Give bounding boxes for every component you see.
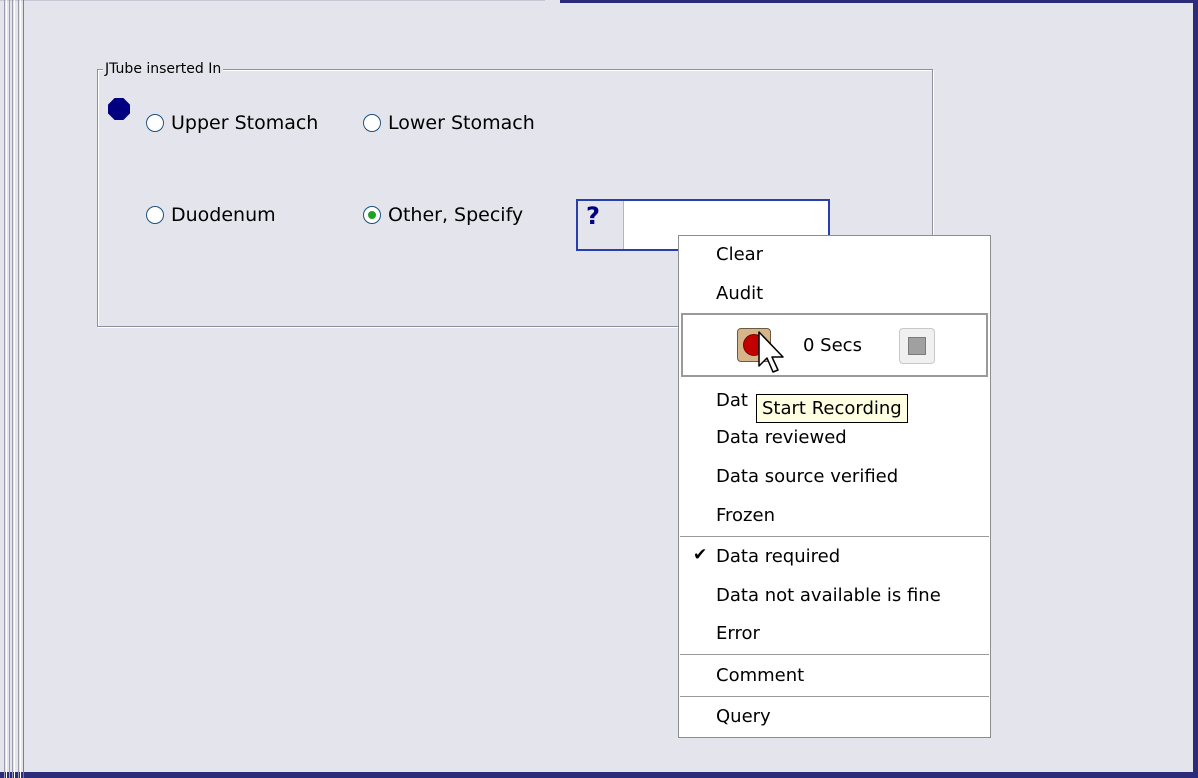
menu-item-comment[interactable]: Comment bbox=[716, 665, 804, 687]
check-icon: ✔ bbox=[693, 545, 708, 565]
radio-upper-stomach[interactable]: Upper Stomach bbox=[146, 110, 318, 136]
menu-item-audit[interactable]: Audit bbox=[716, 283, 763, 305]
left-border-line bbox=[4, 0, 5, 778]
radio-label: Other, Specify bbox=[388, 204, 524, 226]
group-title: JTube inserted In bbox=[103, 60, 224, 78]
left-border-line bbox=[18, 0, 19, 778]
menu-item-error[interactable]: Error bbox=[716, 623, 760, 645]
left-border-line bbox=[23, 0, 24, 778]
menu-item-data-source-verified[interactable]: Data source verified bbox=[716, 466, 898, 488]
recorder-panel: 0 Secs bbox=[681, 313, 988, 377]
menu-item-data-reviewed[interactable]: Data reviewed bbox=[716, 427, 847, 449]
menu-item-data-not-available[interactable]: Data not available is fine bbox=[716, 585, 941, 607]
menu-item-clear[interactable]: Clear bbox=[716, 244, 763, 266]
menu-item-frozen[interactable]: Frozen bbox=[716, 505, 775, 527]
context-menu: Clear Audit 0 Secs Dat Data reviewed Dat… bbox=[678, 235, 991, 738]
left-border-line bbox=[12, 0, 13, 778]
tooltip-start-recording: Start Recording bbox=[756, 394, 908, 423]
left-border-line bbox=[6, 0, 7, 778]
radio-label: Duodenum bbox=[171, 204, 276, 226]
required-indicator-icon bbox=[108, 98, 130, 120]
stop-icon bbox=[908, 337, 926, 355]
radio-circle-icon bbox=[363, 114, 381, 132]
radio-other-specify[interactable]: Other, Specify bbox=[363, 202, 523, 228]
stop-recording-button[interactable] bbox=[899, 328, 935, 364]
left-border-line bbox=[20, 0, 21, 778]
bottom-border bbox=[0, 772, 1198, 778]
radio-duodenum[interactable]: Duodenum bbox=[146, 202, 276, 228]
recording-seconds: 0 Secs bbox=[803, 335, 862, 356]
question-icon[interactable]: ? bbox=[578, 201, 624, 249]
radio-circle-icon bbox=[146, 114, 164, 132]
left-border-line bbox=[14, 0, 15, 778]
menu-separator bbox=[680, 536, 989, 537]
radio-label: Lower Stomach bbox=[388, 112, 535, 134]
radio-label: Upper Stomach bbox=[171, 112, 319, 134]
menu-item-data-hidden[interactable]: Dat bbox=[716, 390, 748, 412]
radio-circle-icon bbox=[146, 206, 164, 224]
mouse-pointer-icon bbox=[758, 331, 784, 373]
top-border bbox=[0, 0, 545, 1]
radio-checked-icon bbox=[363, 206, 381, 224]
form-window: JTube inserted In Upper Stomach Lower St… bbox=[0, 0, 1198, 778]
menu-separator bbox=[680, 696, 989, 697]
menu-item-query[interactable]: Query bbox=[716, 706, 771, 728]
menu-separator bbox=[680, 654, 989, 655]
left-border-line bbox=[9, 0, 10, 778]
top-border-blue bbox=[560, 0, 1198, 3]
right-border bbox=[1193, 0, 1198, 778]
radio-lower-stomach[interactable]: Lower Stomach bbox=[363, 110, 535, 136]
menu-item-data-required[interactable]: Data required bbox=[716, 546, 840, 568]
